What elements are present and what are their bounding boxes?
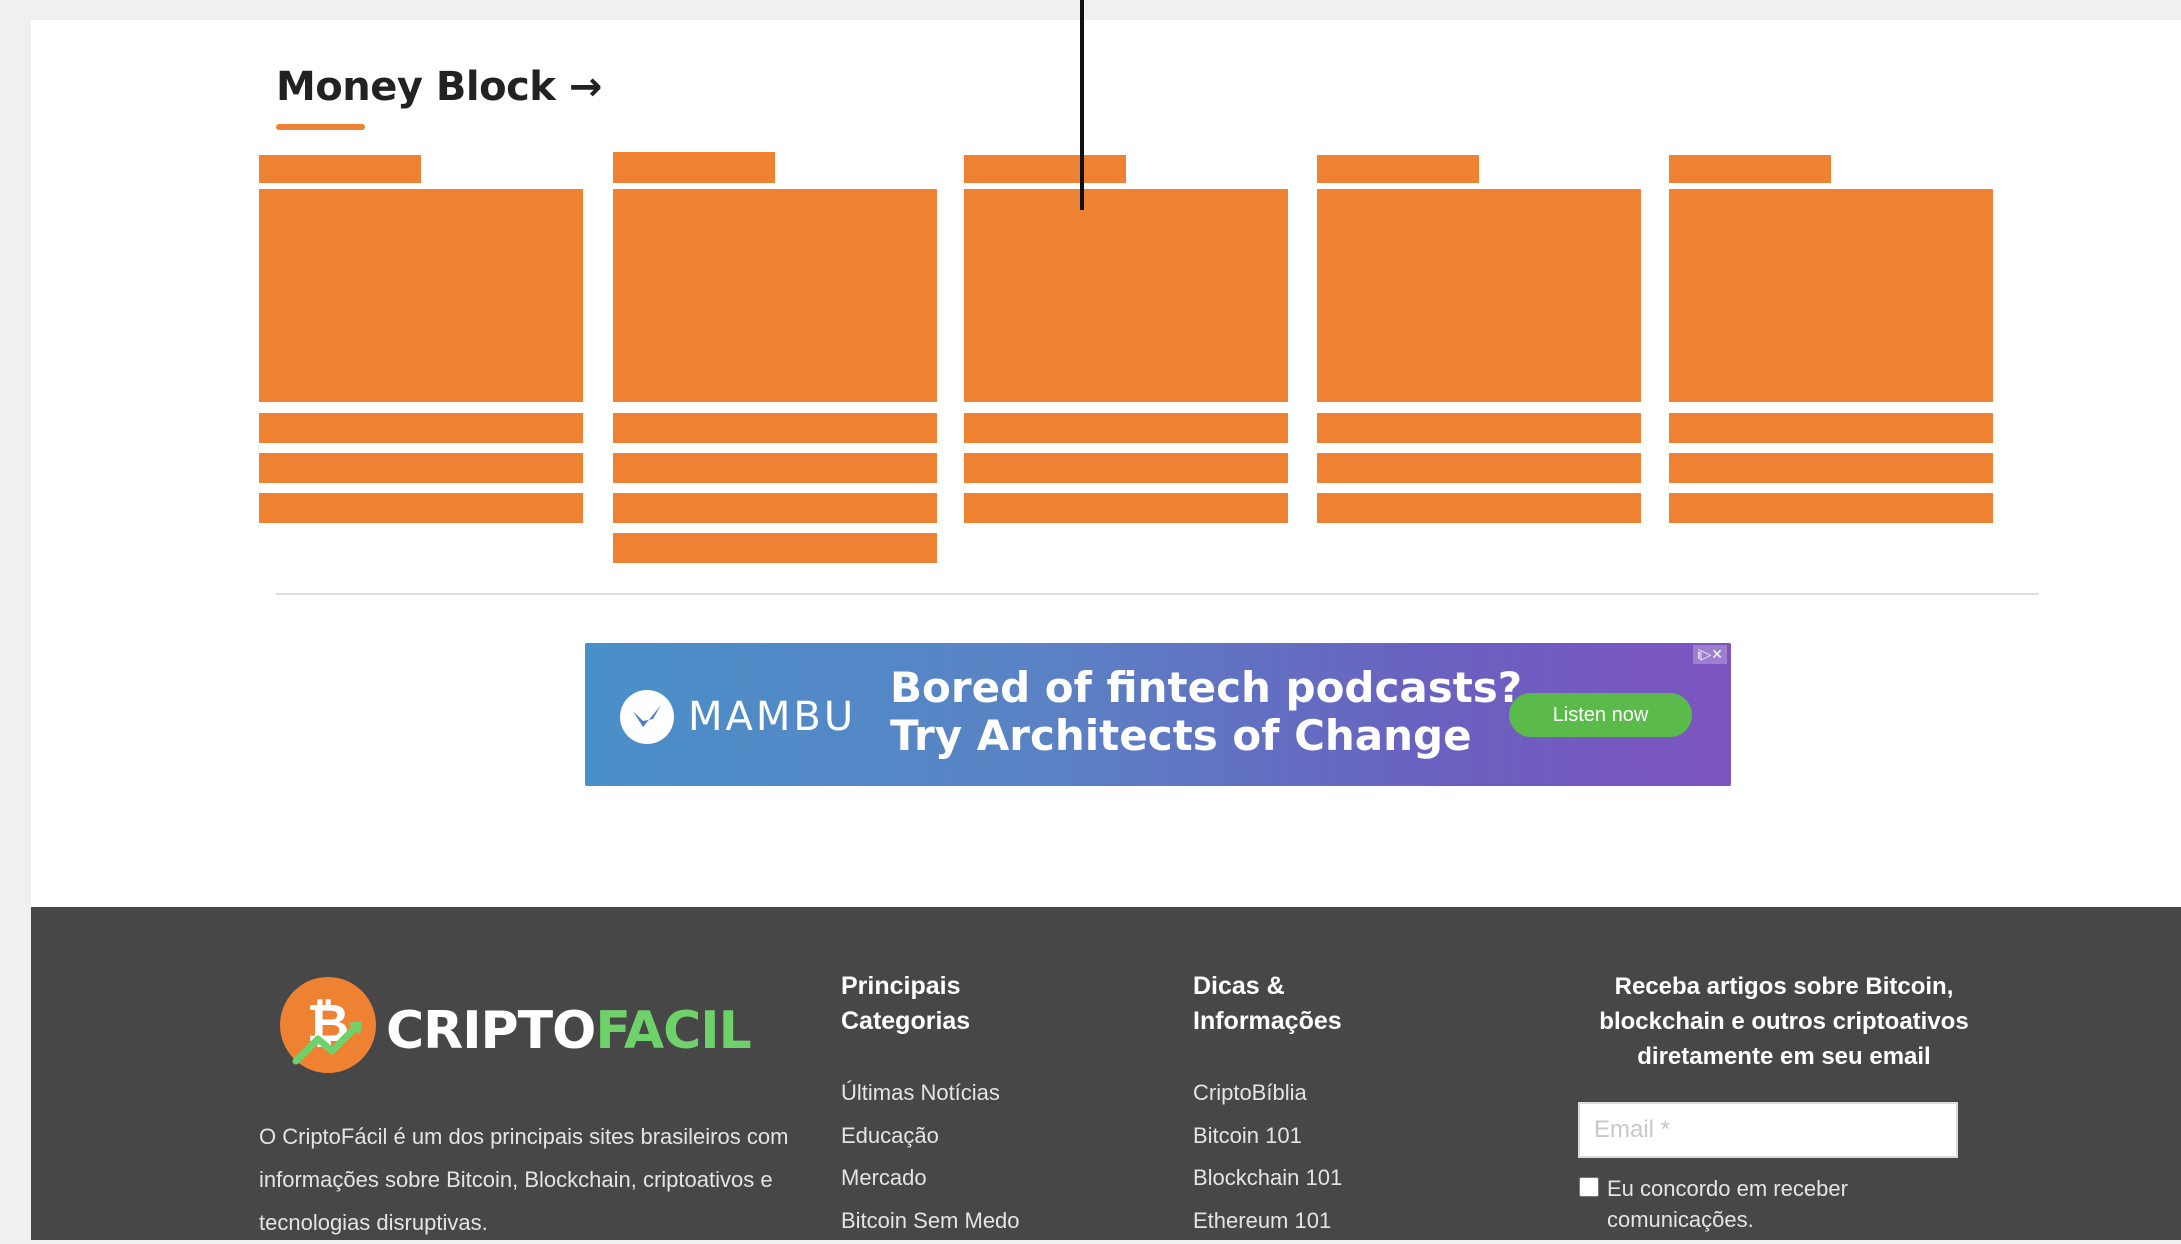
article-card[interactable] (1317, 151, 1641, 571)
ad-headline: Bored of fintech podcasts? (890, 663, 1523, 712)
section-title-link[interactable]: Money Block → (276, 64, 602, 110)
logo-text-part2: FACIL (595, 1001, 751, 1061)
footer-link[interactable]: Blockchain 101 (1193, 1157, 1342, 1200)
article-thumbnail[interactable] (1669, 189, 1993, 402)
logo-text-part1: CRIPTO (386, 1001, 596, 1061)
article-title-line[interactable] (1669, 493, 1993, 523)
newsletter-title: Receba artigos sobre Bitcoin, blockchain… (1599, 973, 1969, 1070)
criptofacil-logo-text[interactable]: CRIPTOFACIL (386, 1001, 752, 1061)
section-title-text: Money Block (276, 64, 556, 110)
footer-link[interactable]: Bitcoin 101 (1193, 1115, 1342, 1158)
article-title-line[interactable] (1669, 413, 1993, 443)
article-card[interactable] (964, 151, 1288, 571)
footer-col-title-tips: Dicas & Informações (1193, 972, 1342, 1035)
text-cursor-caret (1080, 0, 1084, 210)
footer-link[interactable]: Bitcoin Sem Medo (841, 1200, 1020, 1243)
footer-link[interactable]: Últimas Notícias (841, 1072, 1020, 1115)
category-tag[interactable] (1669, 155, 1831, 183)
category-tag[interactable] (259, 155, 421, 183)
article-thumbnail[interactable] (1317, 189, 1641, 402)
listen-now-button[interactable]: Listen now (1509, 693, 1692, 737)
article-title-line[interactable] (964, 453, 1288, 483)
section-divider (276, 593, 2039, 595)
article-title-line[interactable] (259, 413, 583, 443)
article-title-line[interactable] (259, 493, 583, 523)
article-title-line[interactable] (259, 453, 583, 483)
article-title-line[interactable] (964, 493, 1288, 523)
article-title-line[interactable] (613, 493, 937, 523)
footer-col-title-categories: Principais Categorias (841, 972, 971, 1035)
footer-link[interactable]: CriptoBíblia (1193, 1072, 1342, 1115)
article-title-line[interactable] (1317, 493, 1641, 523)
criptofacil-logo-icon[interactable]: ₿ (278, 975, 378, 1075)
footer-link[interactable]: Ethereum 101 (1193, 1200, 1342, 1243)
article-thumbnail[interactable] (259, 189, 583, 402)
article-title-line[interactable] (964, 413, 1288, 443)
consent-checkbox[interactable] (1579, 1177, 1599, 1197)
article-thumbnail[interactable] (964, 189, 1288, 402)
footer-category-links: Últimas Notícias Educação Mercado Bitcoi… (841, 1072, 1020, 1242)
adchoices-icon[interactable]: i▷✕ (1693, 645, 1727, 664)
email-input[interactable] (1578, 1102, 1958, 1158)
footer-link[interactable]: Educação (841, 1115, 1020, 1158)
article-card[interactable] (613, 151, 937, 571)
footer-link[interactable]: Mercado (841, 1157, 1020, 1200)
article-title-line[interactable] (1317, 413, 1641, 443)
site-footer: ₿ CRIPTOFACIL O CriptoFácil é um dos pri… (31, 907, 2181, 1240)
title-underline (276, 124, 365, 130)
article-title-line[interactable] (1669, 453, 1993, 483)
article-title-line[interactable] (613, 453, 937, 483)
article-thumbnail[interactable] (613, 189, 937, 402)
article-card[interactable] (259, 151, 583, 571)
category-tag[interactable] (613, 152, 775, 183)
mambu-ad-banner[interactable]: MAMBU Bored of fintech podcasts? Try Arc… (585, 643, 1731, 786)
footer-tips-links: CriptoBíblia Bitcoin 101 Blockchain 101 … (1193, 1072, 1342, 1242)
consent-label[interactable]: Eu concordo em receber comunicações. (1607, 1173, 1937, 1235)
mambu-logo-icon (620, 690, 674, 744)
ad-brand-name: MAMBU (688, 694, 857, 740)
article-title-line[interactable] (1317, 453, 1641, 483)
article-card[interactable] (1669, 151, 1993, 571)
site-description: O CriptoFácil é um dos principais sites … (259, 1124, 789, 1235)
ad-subheadline: Try Architects of Change (890, 711, 1472, 760)
arrow-right-icon: → (568, 64, 603, 110)
article-title-line[interactable] (613, 413, 937, 443)
category-tag[interactable] (964, 155, 1126, 183)
article-title-line[interactable] (613, 533, 937, 563)
category-tag[interactable] (1317, 155, 1479, 183)
